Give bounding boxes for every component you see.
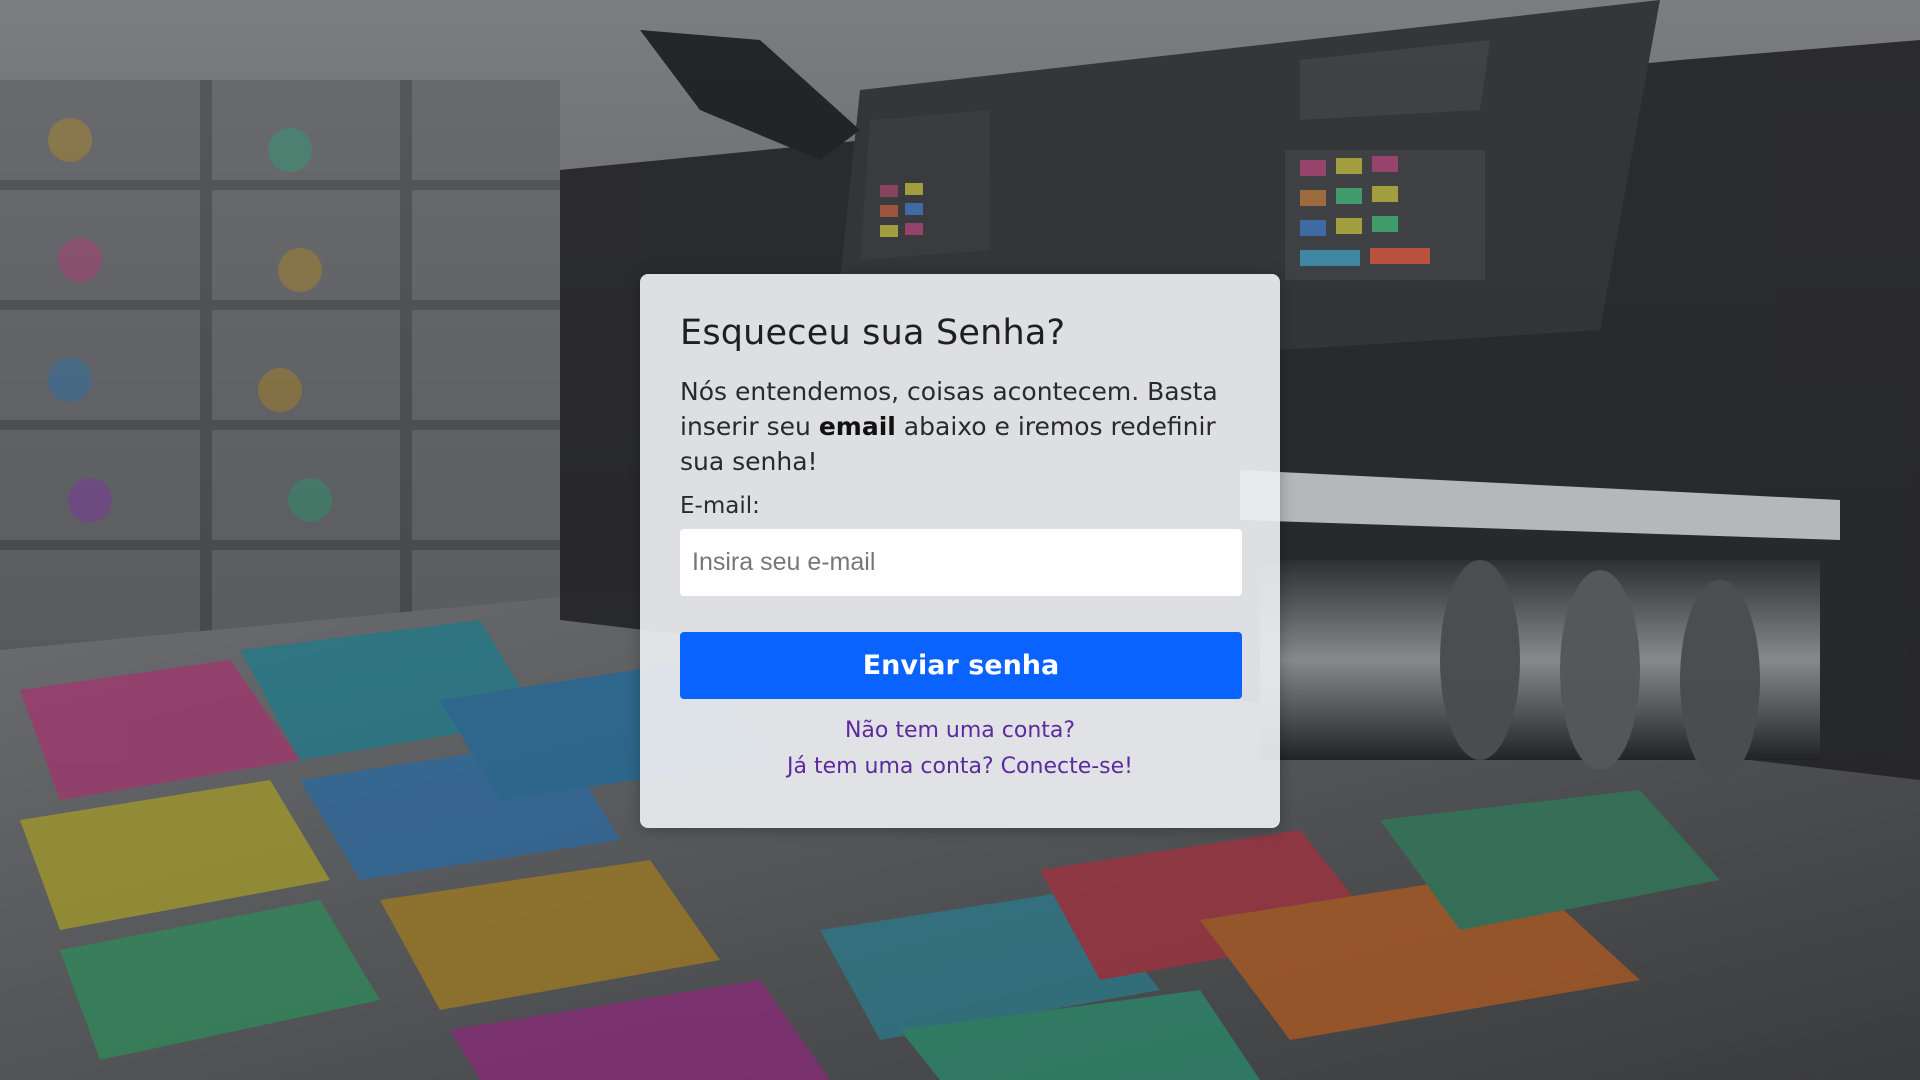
email-label: E-mail: — [680, 492, 760, 519]
login-link[interactable]: Já tem uma conta? Conecte-se! — [680, 749, 1240, 785]
forgot-password-card: Esqueceu sua Senha? Nós entendemos, cois… — [640, 274, 1280, 828]
description-text: Nós entendemos, coisas acontecem. Basta … — [680, 374, 1240, 479]
account-links: Não tem uma conta? Já tem uma conta? Con… — [680, 713, 1240, 785]
email-input[interactable] — [680, 528, 1242, 596]
submit-button[interactable]: Enviar senha — [680, 631, 1242, 699]
signup-link[interactable]: Não tem uma conta? — [680, 713, 1240, 749]
page-title: Esqueceu sua Senha? — [680, 313, 1066, 353]
description-emphasis: email — [818, 411, 896, 441]
